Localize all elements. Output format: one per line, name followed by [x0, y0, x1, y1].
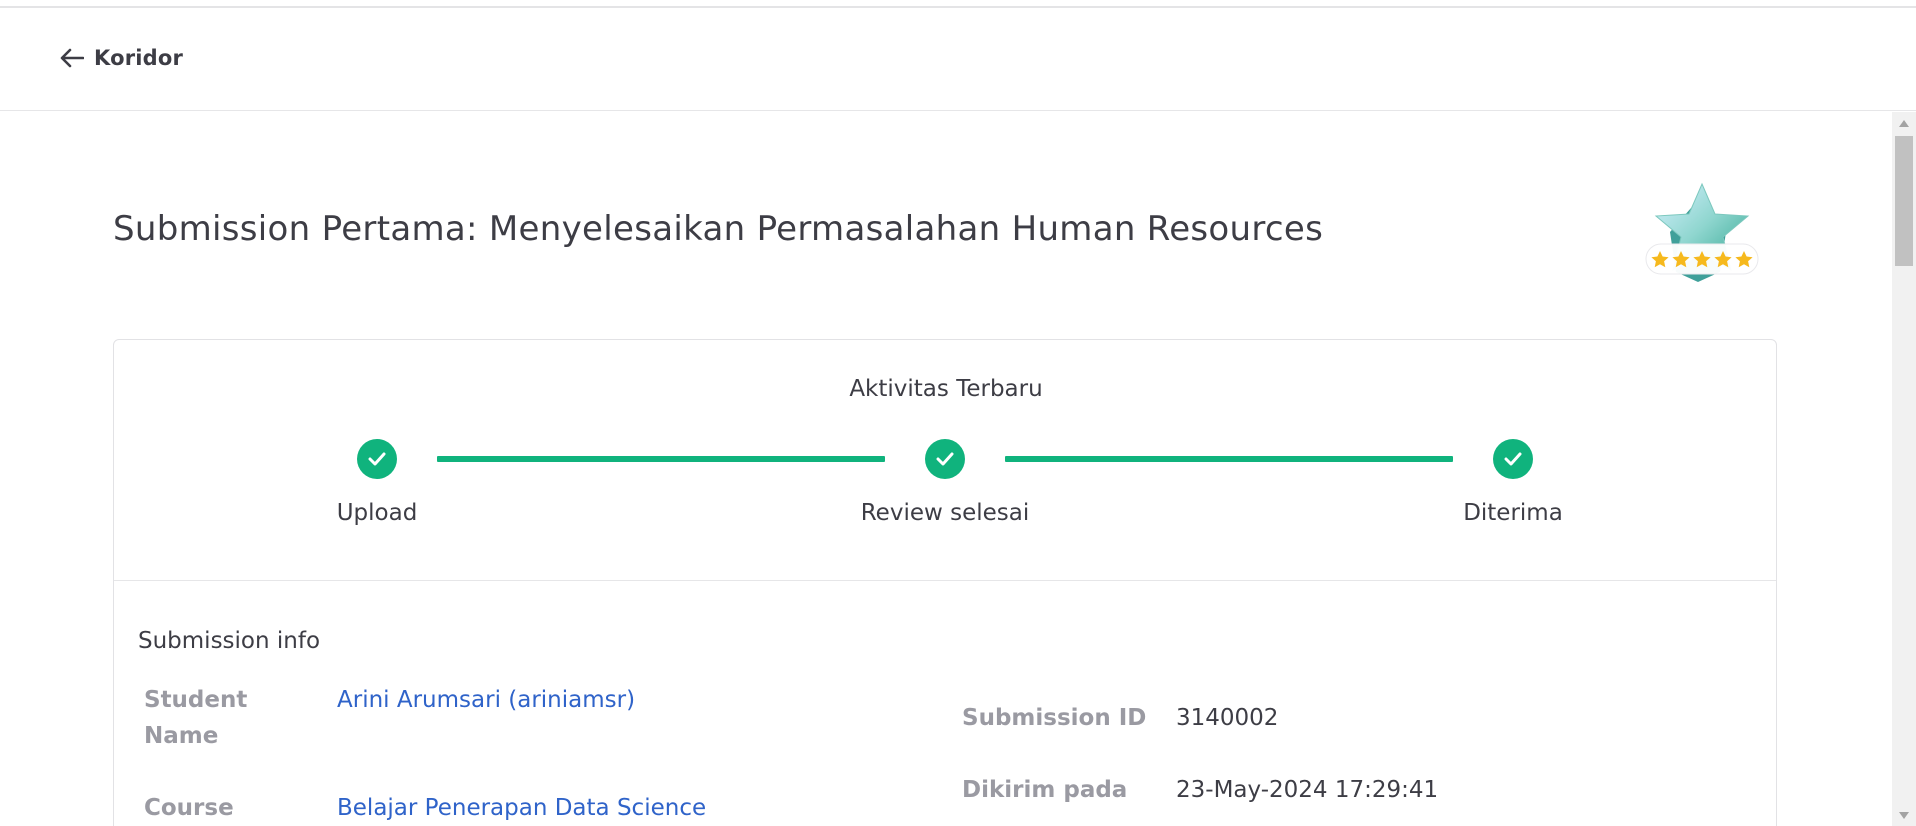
activity-heading: Aktivitas Terbaru — [849, 376, 1043, 402]
step-label-upload: Upload — [336, 500, 418, 526]
scroll-up-arrow-icon[interactable] — [1899, 120, 1909, 127]
scroll-thumb[interactable] — [1895, 136, 1913, 266]
step-review-check-icon — [925, 439, 965, 479]
scroll-down-arrow-icon[interactable] — [1899, 812, 1909, 819]
step-label-accepted: Diterima — [1463, 500, 1563, 526]
card-divider — [114, 580, 1776, 581]
submission-id-label: Submission ID — [962, 705, 1147, 731]
submission-id-value: 3140002 — [1176, 705, 1279, 731]
student-name-label: Student Name — [144, 687, 248, 749]
rating-star-2 — [1672, 251, 1690, 268]
rating-star-1 — [1651, 251, 1669, 268]
rating-stars — [1651, 251, 1753, 268]
rating-star-3 — [1693, 251, 1711, 268]
submission-card: Aktivitas Terbaru Upload Review selesai … — [113, 339, 1777, 826]
step-accepted-check-icon — [1493, 439, 1533, 479]
sent-at-label: Dikirim pada — [962, 777, 1128, 803]
rating-star-4 — [1714, 251, 1732, 268]
sent-at-value: 23-May-2024 17:29:41 — [1176, 777, 1439, 803]
back-link-label: Koridor — [94, 46, 184, 70]
step-connector-2 — [1005, 456, 1453, 462]
page-header: Koridor — [0, 8, 1916, 111]
rating-badge — [1640, 182, 1765, 292]
step-label-review: Review selesai — [860, 500, 1030, 526]
page-title: Submission Pertama: Menyelesaikan Permas… — [113, 209, 1324, 249]
rating-star-5 — [1735, 251, 1753, 268]
back-link-koridor[interactable]: Koridor — [60, 46, 183, 70]
course-link[interactable]: Belajar Penerapan Data Science — [337, 790, 706, 826]
student-name-link[interactable]: Arini Arumsari (ariniamsr) — [337, 682, 635, 718]
main-content: Submission Pertama: Menyelesaikan Permas… — [0, 112, 1892, 826]
vertical-scrollbar[interactable] — [1892, 112, 1916, 826]
arrow-left-icon — [60, 48, 84, 68]
course-label: Course — [144, 795, 234, 821]
submission-info-title: Submission info — [138, 628, 321, 654]
step-connector-1 — [437, 456, 885, 462]
step-upload-check-icon — [357, 439, 397, 479]
